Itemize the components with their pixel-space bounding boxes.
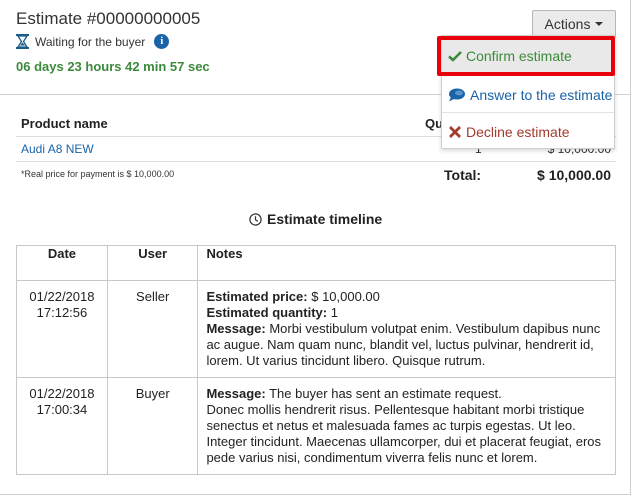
timeline-heading: Estimate timeline [249, 211, 382, 227]
row-user: Seller [106, 280, 199, 378]
time-value: 17:00:34 [36, 402, 88, 417]
menu-item-label: Decline estimate [466, 124, 570, 140]
menu-item-answer-estimate[interactable]: Answer to the estimate [442, 78, 614, 112]
header-notes: Notes [197, 245, 616, 281]
total-value: $ 10,000.00 [537, 167, 611, 183]
total-label: Total: [444, 167, 482, 183]
row-notes: Message: The buyer has sent an estimate … [197, 377, 616, 475]
info-icon[interactable]: i [154, 34, 170, 49]
table-row: 01/22/2018 17:00:34 Buyer Message: The b… [16, 377, 616, 475]
status-line: Waiting for the buyer i [16, 34, 170, 49]
clock-icon [249, 212, 262, 226]
timeline-title: Estimate timeline [267, 211, 383, 227]
table-row: 01/22/2018 17:12:56 Seller Estimated pri… [16, 280, 616, 378]
header-product-name: Product name [21, 116, 108, 131]
actions-button[interactable]: Actions [532, 10, 616, 38]
x-icon [449, 126, 461, 138]
countdown-timer: 06 days 23 hours 42 min 57 sec [16, 59, 210, 74]
real-price-note: *Real price for payment is $ 10,000.00 [21, 169, 175, 179]
estimate-title: Estimate #00000000005 [16, 9, 201, 28]
message-label: Message: [206, 386, 266, 401]
status-text: Waiting for the buyer [35, 34, 146, 49]
message-label: Message: [206, 321, 266, 336]
menu-item-decline-estimate[interactable]: Decline estimate [442, 115, 614, 149]
time-value: 17:12:56 [36, 305, 88, 320]
message-text: The buyer has sent an estimate request. [265, 386, 502, 401]
date-value: 01/22/2018 [29, 289, 95, 304]
header-user: User [106, 245, 199, 281]
row-date: 01/22/2018 17:00:34 [16, 377, 108, 475]
price-label: Estimated price: [206, 289, 308, 304]
date-value: 01/22/2018 [29, 386, 95, 401]
menu-item-label: Answer to the estimate [470, 87, 613, 103]
caret-down-icon [595, 22, 604, 26]
confirm-highlight-box [437, 36, 615, 76]
speech-bubble-icon [449, 88, 465, 102]
timeline-header-row: Date User Notes [16, 245, 616, 281]
price-value: $ 10,000.00 [307, 289, 380, 304]
message-text: Morbi vestibulum volutpat enim. Vestibul… [206, 321, 601, 368]
row-notes: Estimated price: $ 10,000.00 Estimated q… [197, 280, 616, 378]
timeline-table: Date User Notes 01/22/2018 17:12:56 Sell… [16, 245, 616, 475]
actions-button-label: Actions [544, 16, 591, 32]
message-text-continued: Donec mollis hendrerit risus. Pellentesq… [206, 402, 602, 465]
header-date: Date [16, 245, 108, 281]
hourglass-icon [16, 34, 29, 49]
quantity-label: Estimated quantity: [206, 305, 328, 320]
quantity-value: 1 [327, 305, 338, 320]
product-link[interactable]: Audi A8 NEW [21, 142, 94, 156]
menu-divider [442, 112, 614, 113]
row-user: Buyer [106, 377, 199, 475]
row-date: 01/22/2018 17:12:56 [16, 280, 108, 378]
